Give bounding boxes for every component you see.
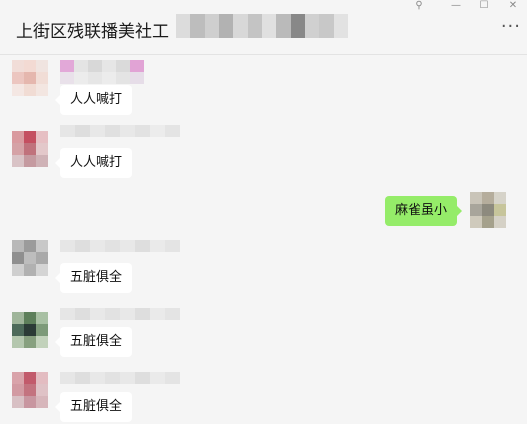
message-bubble[interactable]: 五脏俱全 [54,327,133,357]
sender-name-mosaic [60,125,180,137]
chat-title: 上街区残联播美社工 [16,22,169,42]
avatar[interactable] [12,240,48,276]
sender-name-mosaic [60,308,180,320]
minimize-icon[interactable]: — [445,0,467,12]
message-bubble[interactable]: 人人喊打 [54,85,133,115]
sender-name-mosaic [60,240,180,252]
avatar[interactable] [12,131,48,167]
title-mosaic [176,14,348,38]
maximize-icon[interactable]: ☐ [473,0,495,12]
avatar[interactable] [470,192,506,228]
message-bubble[interactable]: 人人喊打 [54,148,133,178]
close-icon[interactable]: ✕ [502,0,524,12]
more-dots-icon[interactable]: ··· [501,18,521,36]
chat-header: 上街区残联播美社工 ⚲ — ☐ ✕ ··· [0,0,527,55]
sender-name-mosaic [60,72,144,84]
message-bubble[interactable]: 五脏俱全 [54,392,133,422]
avatar[interactable] [12,312,48,348]
avatar[interactable] [12,60,48,96]
avatar[interactable] [12,372,48,408]
message-bubble-self[interactable]: 麻雀虽小 [385,196,463,226]
pin-icon[interactable]: ⚲ [408,0,430,12]
message-bubble[interactable]: 五脏俱全 [54,263,133,293]
sender-name-mosaic [60,372,180,384]
sender-name-mosaic [60,60,144,72]
